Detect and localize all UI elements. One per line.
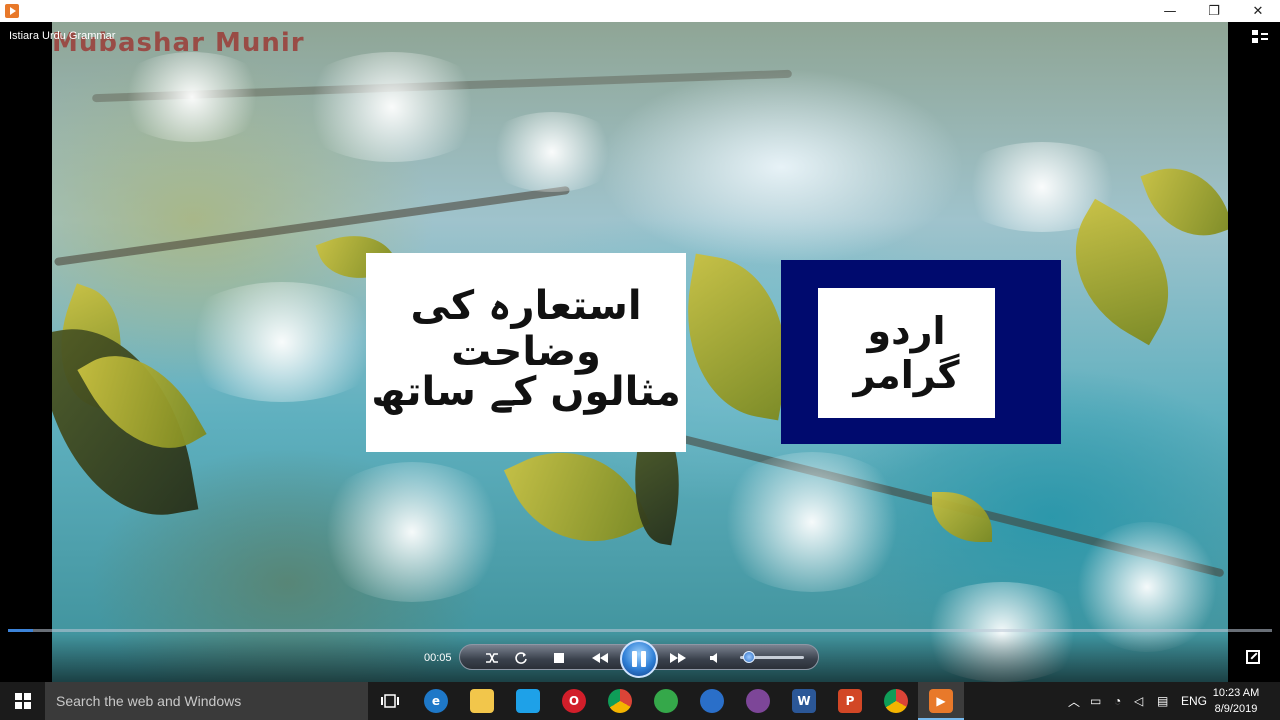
opera-icon[interactable]: O — [562, 689, 586, 713]
close-button[interactable]: ✕ — [1236, 0, 1280, 22]
fullscreen-icon[interactable] — [1246, 650, 1260, 664]
switch-to-library-icon[interactable] — [1252, 30, 1268, 44]
blossom-shape — [112, 52, 272, 142]
windows-media-player-icon[interactable]: ▶ — [929, 689, 953, 713]
minimize-button[interactable]: — — [1148, 0, 1192, 22]
taskbar: Search the web and Windows e O W P ▶ ︿ ▭… — [0, 682, 1280, 720]
title-bar: — ❐ ✕ — [0, 0, 1280, 22]
edge-icon[interactable]: e — [424, 689, 448, 713]
clock-time: 10:23 AM — [1212, 687, 1260, 699]
stop-button[interactable] — [547, 649, 571, 667]
video-frame: استعارہ کی وضاحت مثالوں کے ساتھ اردو گرا… — [52, 22, 1228, 682]
shuffle-button[interactable] — [480, 649, 504, 667]
clock-date: 8/9/2019 — [1214, 703, 1258, 715]
chrome-icon[interactable] — [884, 689, 908, 713]
blossom-shape — [1072, 522, 1222, 652]
caption-card-subject: اردو گرامر — [781, 260, 1061, 444]
volume-slider-handle[interactable] — [743, 651, 756, 663]
file-explorer-icon[interactable] — [470, 689, 494, 713]
caption-subject-text: اردو گرامر — [853, 309, 960, 397]
pause-button[interactable] — [620, 640, 658, 678]
blossom-shape — [482, 112, 622, 192]
blossom-shape — [292, 52, 492, 162]
media-player-app-icon — [5, 4, 19, 18]
blossom-shape — [312, 462, 512, 602]
tray-overflow-icon[interactable]: ︿ — [1068, 682, 1080, 720]
repeat-icon — [515, 652, 527, 664]
leaf-shape — [932, 492, 992, 542]
language-indicator[interactable]: ENG — [1181, 682, 1207, 720]
mute-button[interactable] — [703, 649, 727, 667]
next-icon — [670, 653, 686, 663]
tor-browser-icon[interactable] — [746, 689, 770, 713]
next-button[interactable] — [666, 649, 690, 667]
speaker-icon[interactable]: ◁ — [1134, 682, 1143, 720]
windows-logo-icon — [14, 693, 31, 709]
previous-icon — [592, 653, 608, 663]
network-app-icon[interactable] — [654, 689, 678, 713]
blossom-shape — [712, 452, 912, 592]
caption-line-1: استعارہ کی وضاحت — [410, 283, 642, 375]
word-icon[interactable]: W — [792, 689, 816, 713]
seek-bar[interactable] — [8, 629, 1272, 632]
media-player-window: — ❐ ✕ استعارہ کی وضاحت مثالوں کے ساتھ ار… — [0, 0, 1280, 682]
leaf-shape — [1140, 152, 1228, 252]
caption-line-2: مثالوں کے ساتھ — [371, 369, 681, 415]
battery-icon[interactable]: ▭ — [1090, 682, 1101, 720]
task-view-icon[interactable] — [378, 689, 402, 713]
repeat-button[interactable] — [509, 649, 533, 667]
blossom-shape — [172, 282, 392, 402]
elapsed-time: 00:05 — [424, 652, 452, 664]
previous-button[interactable] — [588, 649, 612, 667]
caption-card-title: استعارہ کی وضاحت مثالوں کے ساتھ — [366, 253, 686, 452]
app-blue-icon[interactable] — [700, 689, 724, 713]
pause-icon — [630, 651, 648, 667]
caption-card-subject-inner: اردو گرامر — [818, 288, 995, 418]
chrome-icon[interactable] — [608, 689, 632, 713]
start-button[interactable] — [0, 682, 45, 720]
stop-icon — [554, 653, 564, 663]
restore-button[interactable]: ❐ — [1192, 0, 1236, 22]
video-title: Istiara Urdu Grammar — [9, 30, 116, 42]
seek-bar-progress — [8, 629, 34, 632]
shuffle-icon — [486, 653, 498, 663]
action-center-icon[interactable]: ▤ — [1157, 682, 1168, 720]
volume-icon — [710, 653, 717, 663]
system-clock[interactable]: 10:23 AM 8/9/2019 — [1206, 685, 1266, 717]
taskbar-search-input[interactable]: Search the web and Windows — [45, 682, 368, 720]
wifi-icon[interactable]: ◔ — [1114, 682, 1121, 720]
video-area[interactable]: استعارہ کی وضاحت مثالوں کے ساتھ اردو گرا… — [0, 22, 1280, 682]
app-store-icon[interactable] — [516, 689, 540, 713]
powerpoint-icon[interactable]: P — [838, 689, 862, 713]
